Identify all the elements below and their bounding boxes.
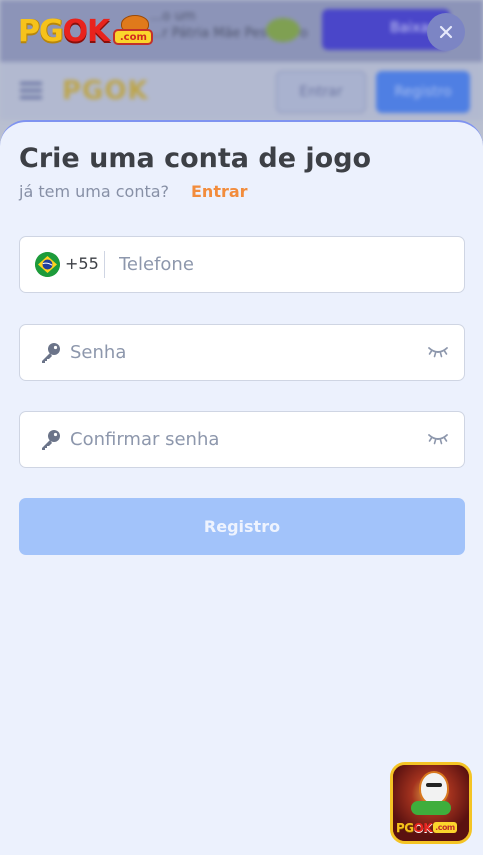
- close-icon: [439, 25, 453, 39]
- app-icon-label-pg: PG: [396, 820, 414, 835]
- modal-title: Crie uma conta de jogo: [19, 143, 372, 174]
- mascot-icon: [419, 771, 449, 805]
- confirm-password-field: [19, 411, 465, 468]
- app-icon-decoration: [411, 801, 451, 815]
- background-logo-pg: PG: [62, 76, 105, 106]
- app-icon-label-com: .com: [433, 822, 457, 833]
- hamburger-menu-icon: [20, 82, 42, 103]
- background-register-button: Registro: [376, 71, 470, 113]
- app-icon-label: PG OK .com: [396, 819, 466, 836]
- brand-logo-badge: .com: [111, 15, 155, 47]
- brand-logo: PG OK .com: [18, 13, 155, 49]
- country-code[interactable]: +55: [65, 253, 99, 275]
- key-icon: [42, 430, 60, 450]
- login-link[interactable]: Entrar: [191, 181, 248, 203]
- background-promo-image: [266, 18, 300, 42]
- close-button[interactable]: [427, 13, 465, 51]
- app-download-icon[interactable]: PG OK .com: [390, 762, 472, 844]
- brand-logo-com: .com: [113, 29, 154, 45]
- confirm-password-input[interactable]: [70, 412, 410, 467]
- app-icon-label-ok: OK: [413, 820, 433, 835]
- brazil-flag-icon[interactable]: [35, 252, 60, 277]
- eye-closed-icon[interactable]: [427, 345, 449, 359]
- have-account-text: já tem uma conta?: [19, 182, 170, 201]
- register-button[interactable]: Registro: [19, 498, 465, 555]
- background-login-button: Entrar: [276, 71, 366, 113]
- register-modal: Crie uma conta de jogo já tem uma conta?…: [0, 120, 483, 855]
- background-navbar: PGOK Entrar Registro: [0, 62, 483, 120]
- background-logo-ok: OK: [104, 76, 149, 106]
- phone-field: +55: [19, 236, 465, 293]
- brand-logo-pg: PG: [18, 13, 64, 49]
- background-logo: PGOK: [62, 76, 149, 106]
- password-field: [19, 324, 465, 381]
- brand-logo-ok: OK: [62, 13, 111, 49]
- password-input[interactable]: [70, 325, 410, 380]
- key-icon: [42, 343, 60, 363]
- eye-closed-icon[interactable]: [427, 432, 449, 446]
- phone-input[interactable]: [119, 237, 449, 292]
- phone-divider: [104, 251, 105, 278]
